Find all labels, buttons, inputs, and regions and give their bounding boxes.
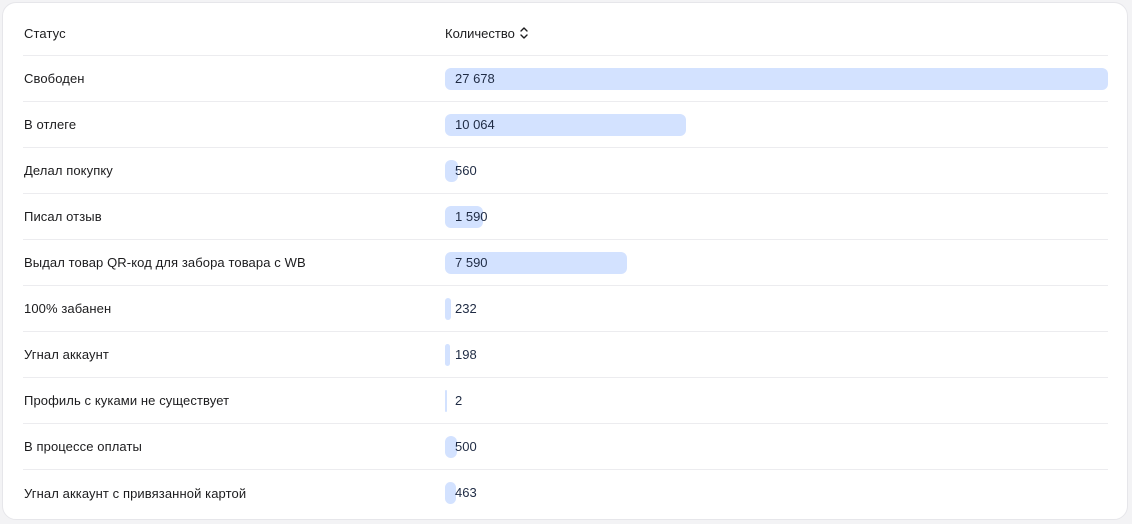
sort-icon[interactable]	[519, 25, 529, 41]
table-row: Выдал товар QR-код для забора товара с W…	[23, 240, 1108, 286]
row-status-label: Профиль с куками не существует	[24, 393, 230, 408]
table-row: В отлеге 10 064	[23, 102, 1108, 148]
table-row: Свободен 27 678	[23, 56, 1108, 102]
count-bar-track: 198	[445, 343, 1108, 366]
column-header-count-label: Количество	[445, 25, 515, 41]
status-table: Статус Количество Свободен 27 678 В отлеге…	[23, 11, 1108, 516]
row-status-label: Угнал аккаунт	[24, 347, 109, 362]
count-value: 7 590	[455, 254, 488, 270]
row-status-label: Угнал аккаунт с привязанной картой	[24, 485, 247, 501]
count-bar-track: 1 590	[445, 205, 1108, 228]
table-row: Профиль с куками не существует 2	[23, 378, 1108, 424]
table-body: Свободен 27 678 В отлеге 10 064 Делал покупк…	[23, 56, 1108, 516]
row-status-label: Писал отзыв	[24, 209, 102, 224]
count-bar-track: 2	[445, 389, 1108, 412]
table-row: Писал отзыв 1 590	[23, 194, 1108, 240]
count-bar	[445, 67, 1108, 90]
row-status-label: Свободен	[24, 71, 85, 86]
table-row: Делал покупку 560	[23, 148, 1108, 194]
row-status-label: В процессе оплаты	[24, 439, 142, 454]
count-bar-track: 7 590	[445, 251, 1108, 274]
table-header-row: Статус Количество	[23, 11, 1108, 56]
count-value: 500	[455, 438, 477, 454]
count-bar-track: 232	[445, 297, 1108, 320]
count-value: 232	[455, 300, 477, 316]
table-row: Угнал аккаунт 198	[23, 332, 1108, 378]
count-value: 198	[455, 346, 477, 362]
count-value: 27 678	[455, 70, 495, 86]
count-bar-track: 500	[445, 435, 1108, 458]
count-bar	[445, 343, 450, 366]
count-value: 463	[455, 485, 477, 500]
row-status-label: Выдал товар QR-код для забора товара с W…	[24, 255, 306, 270]
table-row: В процессе оплаты 500	[23, 424, 1108, 470]
row-status-label: Делал покупку	[24, 163, 113, 178]
count-bar-track: 27 678	[445, 67, 1108, 90]
column-header-status: Статус	[24, 25, 66, 41]
count-value: 2	[455, 392, 463, 408]
count-bar	[445, 297, 451, 320]
table-row: 100% забанен 232	[23, 286, 1108, 332]
count-bar-track: 560	[445, 159, 1108, 182]
column-header-count[interactable]: Количество	[445, 25, 529, 41]
count-value: 10 064	[455, 116, 495, 132]
status-table-card: Статус Количество Свободен 27 678 В отлеге…	[2, 2, 1128, 520]
count-value: 560	[455, 162, 477, 178]
row-status-label: 100% забанен	[24, 301, 112, 316]
count-bar-track: 10 064	[445, 113, 1108, 136]
count-bar-track: 463	[445, 482, 1108, 504]
row-status-label: В отлеге	[24, 117, 77, 132]
table-row: Угнал аккаунт с привязанной картой 463	[23, 470, 1108, 516]
count-bar	[445, 389, 447, 412]
count-value: 1 590	[455, 208, 488, 224]
